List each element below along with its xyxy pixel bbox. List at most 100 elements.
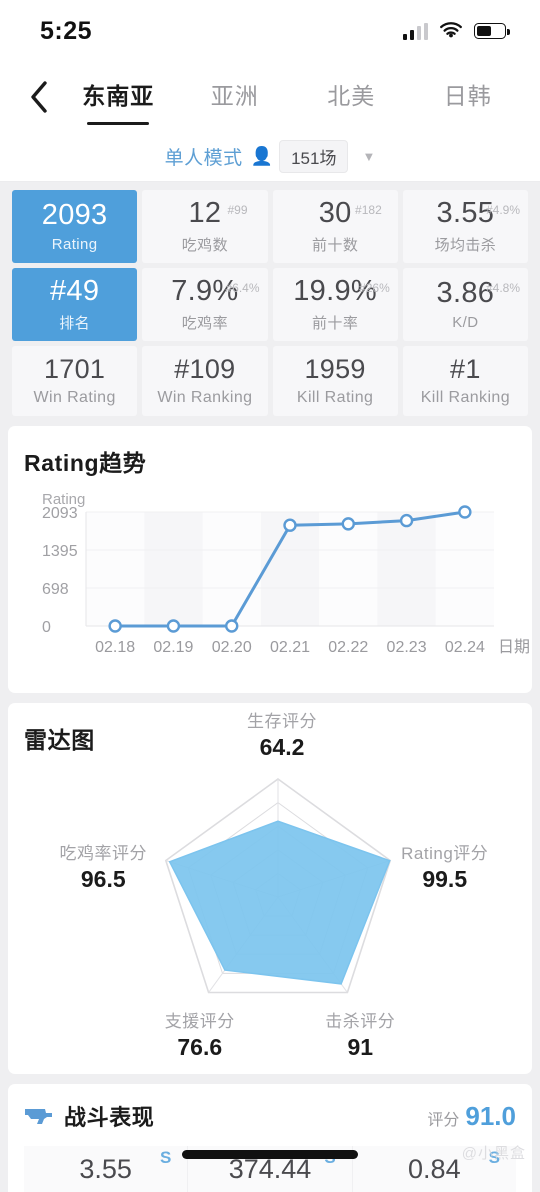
stat-cell-top10-rate[interactable]: #26% 19.9% 前十率: [272, 268, 398, 341]
stat-value: #1: [450, 354, 481, 385]
svg-text:1395: 1395: [42, 543, 78, 560]
combat-metric-avg-kills[interactable]: 3.55 S: [24, 1146, 189, 1192]
back-button[interactable]: [18, 73, 60, 121]
pistol-icon: [24, 1106, 54, 1126]
cellular-signal-icon: [402, 22, 428, 40]
radar-label-value: 91: [347, 1033, 374, 1060]
stat-superscript: #182: [355, 203, 382, 217]
svg-text:02.22: 02.22: [328, 639, 368, 656]
chevron-left-icon: [31, 81, 47, 113]
stat-value: 12: [188, 197, 222, 230]
radar-label-winrate: 吃鸡率评分 96.5: [44, 839, 162, 893]
nav-bar: 东南亚 亚洲 北美 日韩: [0, 62, 540, 132]
radar-label-kills: 击杀评分 91: [301, 1007, 419, 1061]
stat-label: 吃鸡率: [181, 314, 228, 332]
tab-asia[interactable]: 亚洲: [177, 69, 294, 125]
stat-superscript: #6.4%: [225, 281, 260, 295]
status-bar: 5:25: [0, 0, 540, 62]
stat-cell-kill-rating[interactable]: 1959 Kill Rating: [272, 346, 398, 416]
radar-label-name: 生存评分: [247, 712, 317, 731]
stat-cell-top10-count[interactable]: #182 30 前十数: [272, 190, 398, 263]
combat-score-label: 评分: [427, 1111, 460, 1129]
battery-icon: [474, 23, 510, 39]
stat-superscript: #99: [227, 203, 248, 217]
radar-card: 雷达图 生存评分 64.2 Rating评分 99.5 击杀评分 91 支援评分…: [8, 703, 532, 1074]
radar-label-name: Rating评分: [401, 844, 489, 864]
status-indicators: [402, 22, 510, 40]
stat-superscript: #4.9%: [485, 203, 520, 217]
svg-text:698: 698: [42, 581, 69, 598]
stat-cell-chicken-dinners[interactable]: #99 12 吃鸡数: [142, 190, 268, 263]
stats-row-1: 2093 Rating #99 12 吃鸡数 #182 30 前十数 #4.9%…: [12, 190, 528, 263]
svg-text:02.23: 02.23: [387, 639, 427, 656]
stat-value: 30: [318, 197, 352, 230]
stat-label: Win Rating: [33, 388, 116, 406]
rating-trend-title: Rating趋势: [24, 450, 147, 476]
stat-superscript: #26%: [359, 281, 390, 295]
stat-label: Rating: [51, 235, 98, 253]
status-time: 5:25: [40, 16, 93, 45]
radar-label-name: 支援评分: [164, 1011, 235, 1031]
radar-label-name: 吃鸡率评分: [59, 844, 147, 864]
combat-metric-value: 0.84: [408, 1153, 461, 1184]
tab-southeast-asia[interactable]: 东南亚: [60, 69, 177, 125]
combat-metric-grade: S: [488, 1148, 500, 1167]
stat-label: 吃鸡数: [181, 236, 228, 254]
stat-cell-kd[interactable]: #4.8% 3.86 K/D: [402, 268, 528, 341]
svg-text:日期: 日期: [498, 638, 530, 656]
mode-selector-bar: 单人模式 👤 151场 ▼: [0, 132, 540, 182]
stat-cell-win-rating[interactable]: 1701 Win Rating: [12, 346, 138, 416]
chevron-down-icon[interactable]: ▼: [362, 149, 375, 164]
wifi-icon: [440, 22, 462, 38]
match-count-badge[interactable]: 151场: [279, 140, 349, 173]
radar-label-survival: 生存评分 64.2: [223, 707, 341, 761]
radar-chart-svg: [164, 778, 392, 994]
stat-cell-win-ranking[interactable]: #109 Win Ranking: [142, 346, 268, 416]
stat-value: #49: [49, 275, 100, 308]
combat-header: 战斗表现 评分 91.0: [24, 1100, 516, 1132]
person-icon: 👤: [250, 146, 274, 166]
combat-score-value: 91.0: [465, 1100, 516, 1131]
stat-label: Win Ranking: [157, 388, 253, 406]
stat-label: 排名: [59, 314, 91, 332]
stat-value: 2093: [41, 199, 108, 232]
home-indicator: [182, 1150, 358, 1159]
rating-trend-card: Rating趋势 Rating 0 698 1395 2093 02.18 02.19 02.…: [8, 426, 532, 693]
stat-superscript: #4.8%: [485, 281, 520, 295]
stat-cell-rank[interactable]: #49 排名: [12, 268, 138, 341]
svg-text:02.18: 02.18: [95, 639, 135, 656]
stat-label: 前十数: [312, 236, 359, 254]
stat-cell-kill-ranking[interactable]: #1 Kill Ranking: [402, 346, 528, 416]
radar-label-support: 支援评分 76.6: [141, 1007, 259, 1061]
rating-trend-chart: Rating 0 698 1395 2093 02.18 02.19 02.20 02.21 02…: [24, 486, 530, 681]
mode-label[interactable]: 单人模式: [165, 143, 243, 170]
stat-cell-avg-kills[interactable]: #4.9% 3.55 场均击杀: [402, 190, 528, 263]
tab-japan-korea[interactable]: 日韩: [410, 69, 527, 125]
stat-label: Kill Ranking: [420, 388, 511, 406]
combat-title: 战斗表现: [64, 1105, 155, 1130]
stat-label: 场均击杀: [434, 236, 497, 254]
radar-label-value: 96.5: [80, 866, 126, 893]
stat-value: #109: [174, 354, 236, 385]
stat-label: 前十率: [312, 314, 359, 332]
combat-metric-value: 3.55: [79, 1153, 132, 1184]
stat-cell-rating[interactable]: 2093 Rating: [12, 190, 138, 263]
radar-label-value: 99.5: [422, 866, 468, 893]
svg-text:02.21: 02.21: [270, 639, 310, 656]
svg-text:02.19: 02.19: [153, 639, 193, 656]
stat-label: K/D: [452, 313, 479, 331]
radar-label-value: 76.6: [177, 1033, 223, 1060]
stats-row-2: #49 排名 #6.4% 7.9% 吃鸡率 #26% 19.9% 前十率 #4.…: [12, 268, 528, 341]
combat-metric-grade: S: [159, 1148, 172, 1167]
combat-metric-headshot[interactable]: 0.84 S: [352, 1146, 516, 1192]
region-tabs: 东南亚 亚洲 北美 日韩: [60, 69, 526, 125]
svg-text:02.20: 02.20: [212, 639, 252, 656]
radar-label-value: 64.2: [259, 734, 305, 760]
stats-grid: 2093 Rating #99 12 吃鸡数 #182 30 前十数 #4.9%…: [0, 182, 540, 416]
combat-score: 评分 91.0: [427, 1101, 516, 1132]
tab-north-america[interactable]: 北美: [293, 69, 410, 125]
stat-value: 1959: [304, 354, 366, 385]
radar-label-rating: Rating评分 99.5: [386, 839, 504, 893]
stat-cell-win-rate[interactable]: #6.4% 7.9% 吃鸡率: [142, 268, 268, 341]
svg-text:02.24: 02.24: [445, 639, 485, 656]
